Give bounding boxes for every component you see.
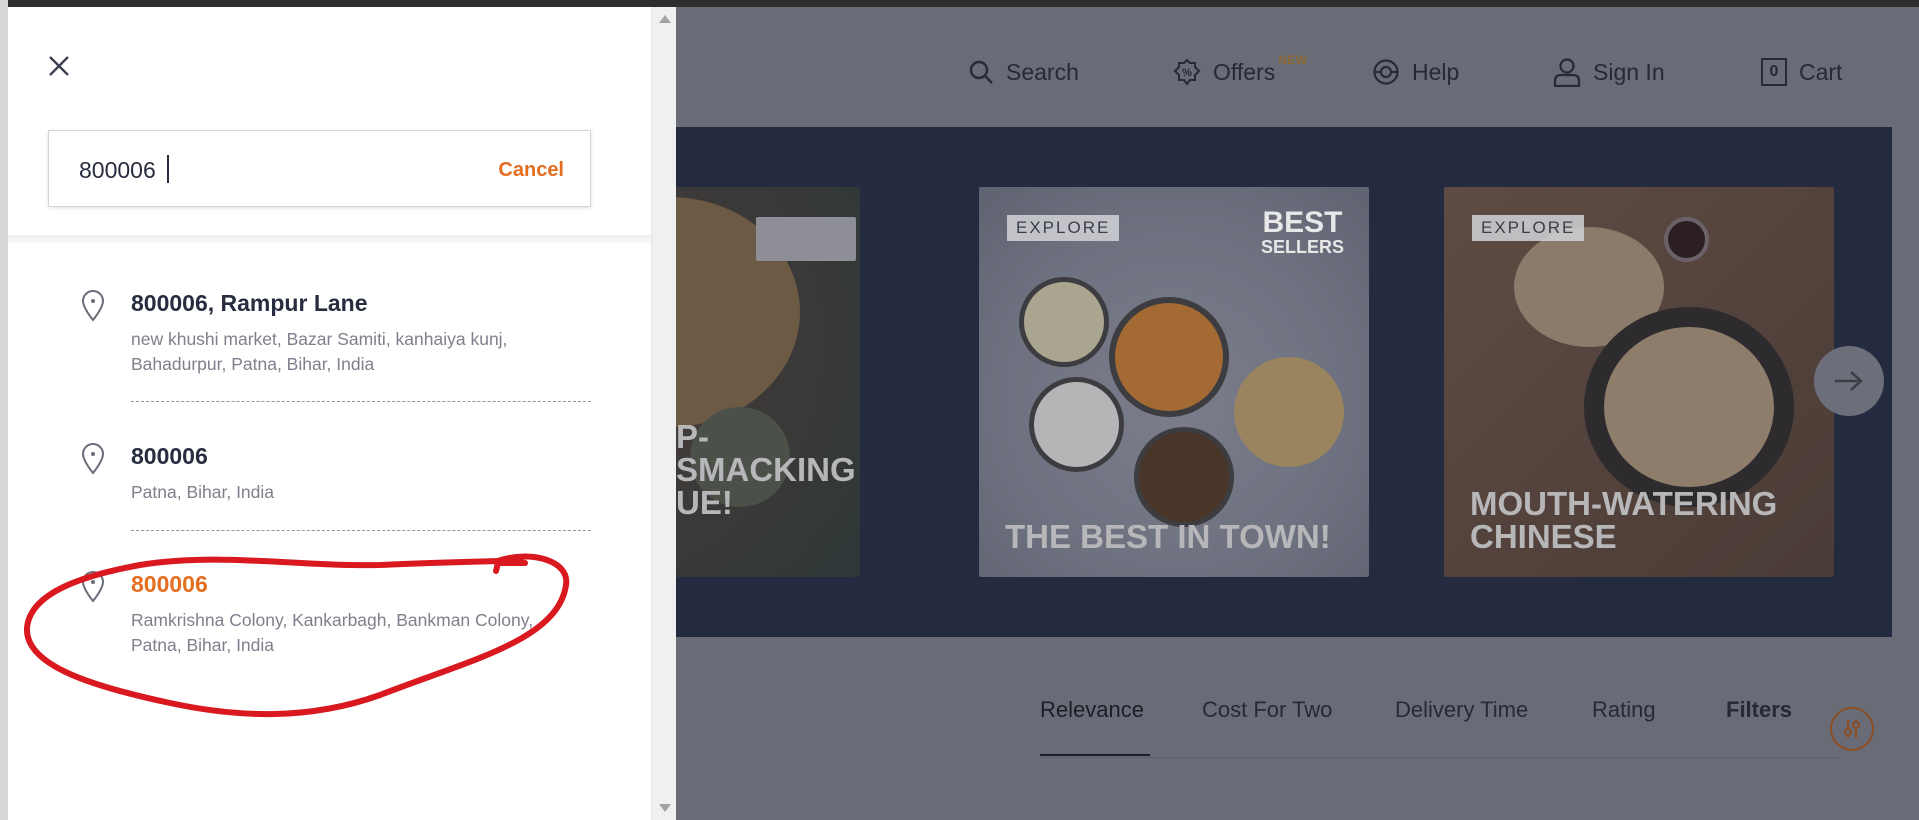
scroll-down-arrow-icon[interactable] [659,804,671,812]
card-headline-line1: MOUTH-WATERING [1470,485,1778,522]
nav-offers-label-wrap: Offers NEW [1213,53,1307,86]
card-dish-dark [1134,427,1234,527]
carousel-card[interactable]: P- SMACKING UE! [676,187,860,577]
badge-line1: BEST [1262,206,1343,239]
sort-cost-for-two[interactable]: Cost For Two [1202,697,1332,723]
cancel-button[interactable]: Cancel [498,159,564,182]
sort-bar: Relevance Cost For Two Delivery Time Rat… [676,697,1919,737]
card-headline-line2: CHINESE [1470,518,1617,555]
offers-percent-icon: % [1173,58,1201,86]
site-header: Search % Offers NEW Help Sign In 0 Cart [676,7,1919,127]
nav-search[interactable]: Search [968,52,1079,92]
close-icon [49,56,69,76]
location-drawer: Cancel 800006, Rampur Lane new khushi ma… [8,7,651,820]
arrow-right-icon [1835,371,1863,391]
carousel-card[interactable]: EXPLORE BEST SELLERS THE BEST IN TOWN! [979,187,1369,577]
sort-divider [1040,757,1840,758]
location-result-highlighted[interactable]: 800006 Ramkrishna Colony, Kankarbagh, Ba… [8,571,651,681]
background-page: Search % Offers NEW Help Sign In 0 Cart [676,7,1919,820]
result-divider [131,401,591,402]
location-result-subtitle: Ramkrishna Colony, Kankarbagh, Bankman C… [131,610,534,655]
drawer-section-shadow [8,235,651,245]
nav-search-label: Search [1006,58,1079,85]
nav-offers-label: Offers [1213,58,1276,85]
card-headline: THE BEST IN TOWN! [1005,518,1331,555]
location-result[interactable]: 800006 Patna, Bihar, India [8,443,651,523]
help-lifebuoy-icon [1373,59,1399,85]
scroll-up-arrow-icon[interactable] [659,15,671,23]
location-result-title: 800006, Rampur Lane [131,290,368,316]
sort-rating[interactable]: Rating [1592,697,1656,723]
nav-signin[interactable]: Sign In [1553,52,1665,92]
result-divider [131,530,591,531]
card-headline-line1: P- SMACKING [676,418,856,488]
nav-help-label: Help [1412,58,1460,85]
location-pin-icon [81,571,105,603]
new-badge: NEW [1278,52,1308,67]
window-top-strip [0,0,1919,7]
user-icon [1553,58,1581,87]
card-dish-rice [1029,377,1124,472]
card-explore-tag: EXPLORE [1472,215,1585,241]
nav-cart[interactable]: 0 Cart [1761,52,1842,92]
card-dish-center [1109,297,1229,417]
location-search-box: Cancel [48,130,591,207]
nav-signin-label: Sign In [1593,58,1665,85]
close-drawer-button[interactable] [42,49,76,83]
nav-cart-label: Cart [1799,58,1843,85]
best-sellers-badge: BEST SELLERS [1260,206,1344,258]
card-headline-line2: UE! [676,484,733,521]
nav-offers[interactable]: % Offers NEW [1173,52,1307,92]
location-pin-icon [81,290,105,322]
card-headline: P- SMACKING UE! [676,420,860,519]
svg-text:%: % [1182,67,1192,79]
sort-relevance[interactable]: Relevance [1040,697,1144,723]
filters-sliders-icon[interactable] [1830,707,1874,751]
location-search-input[interactable] [79,153,439,187]
sliders-icon [1844,720,1860,738]
sort-active-underline [1040,754,1150,756]
card-explore-tag: EXPLORE [1007,215,1120,241]
card-naan [1234,357,1344,467]
location-result[interactable]: 800006, Rampur Lane new khushi market, B… [8,290,651,410]
carousel-card[interactable]: EXPLORE MOUTH-WATERING CHINESE [1444,187,1834,577]
drawer-scrollbar[interactable] [651,7,676,820]
sort-delivery-time[interactable]: Delivery Time [1395,697,1528,723]
window-left-strip [0,0,8,820]
location-result-subtitle: new khushi market, Bazar Samiti, kanhaiy… [131,329,508,374]
cart-count: 0 [1769,63,1779,80]
location-result-title: 800006 [131,571,208,597]
badge-line2: SELLERS [1260,237,1344,257]
location-result-subtitle: Patna, Bihar, India [131,482,275,502]
location-pin-icon [81,443,105,475]
search-icon [969,60,993,84]
card-dish-left [1019,277,1109,367]
nav-help[interactable]: Help [1372,52,1459,92]
location-result-title: 800006 [131,443,208,469]
carousel-next-button[interactable] [1814,346,1884,416]
card-sauce [1664,217,1709,262]
card-headline: MOUTH-WATERING CHINESE [1470,487,1777,553]
offers-carousel: P- SMACKING UE! EXPLORE BEST SELLERS THE… [676,127,1892,637]
filters-button[interactable]: Filters [1726,697,1792,723]
card-logo [756,217,856,261]
cart-bag-icon: 0 [1761,58,1787,86]
card-rice [1604,327,1774,487]
text-caret [167,155,169,183]
